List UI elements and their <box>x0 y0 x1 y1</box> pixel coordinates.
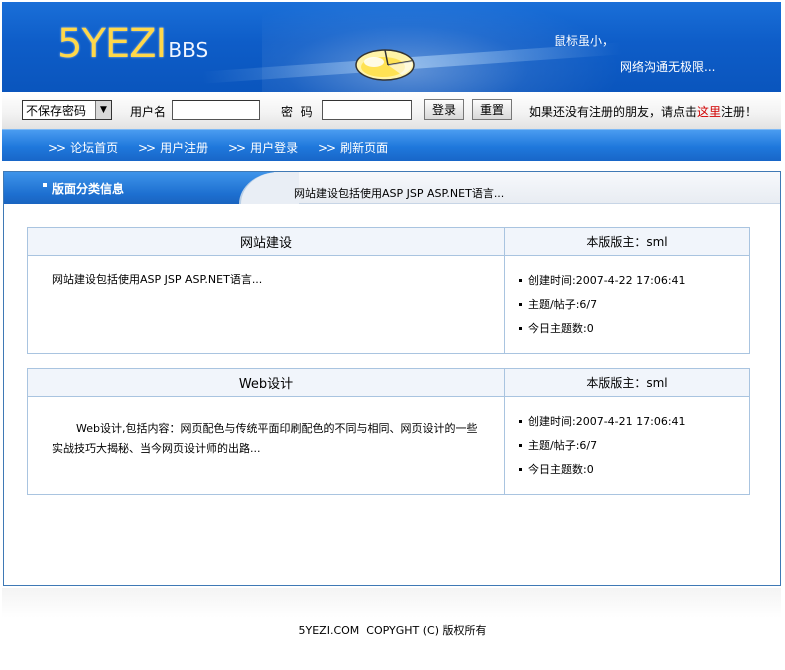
nav-refresh-page[interactable]: >> 刷新页面 <box>318 139 388 156</box>
username-label: 用户名 <box>130 105 167 119</box>
nav-user-login[interactable]: >> 用户登录 <box>228 139 298 156</box>
logo-main-text: 5YEZI <box>57 21 167 67</box>
double-chevron-right-icon: >> <box>138 141 156 155</box>
bullet-icon <box>519 467 522 471</box>
section-title-text: 版面分类信息 <box>52 182 125 196</box>
site-header: 5YEZI BBS 鼠标虽小， 网络沟通无极限... <box>2 2 781 92</box>
slogan-line-1: 鼠标虽小， <box>554 34 615 48</box>
board-created-row: 创建时间:2007-4-21 17:06:41 <box>519 409 749 433</box>
computer-mouse-icon <box>355 49 415 81</box>
board-header: Web设计 本版版主：sml <box>28 369 749 397</box>
board-moderator: 本版版主：sml <box>586 235 668 249</box>
board-header: 网站建设 本版版主：sml <box>28 228 749 256</box>
login-button[interactable]: 登录 <box>424 99 464 120</box>
section-title: 版面分类信息 <box>42 180 124 197</box>
board-topics-posts: 主题/帖子:6/7 <box>528 298 598 311</box>
username-input[interactable] <box>172 100 260 120</box>
cookie-save-select[interactable]: 不保存密码 ▼ <box>22 100 112 120</box>
nav-label: 用户登录 <box>250 141 299 155</box>
board-topics-posts: 主题/帖子:6/7 <box>528 439 598 452</box>
login-bar: 不保存密码 ▼ 用户名 密 码 登录 重置 如果还没有注册的朋友，请点击这里注册… <box>2 92 781 129</box>
copyright-text: 5YEZI.COM COPYGHT (C) 版权所有 <box>298 624 487 637</box>
bullet-icon <box>519 326 522 330</box>
board-created-row: 创建时间:2007-4-22 17:06:41 <box>519 268 749 292</box>
footer-band <box>2 588 781 618</box>
register-hint-text: 如果还没有注册的朋友，请点击 <box>529 105 698 119</box>
board-topics-row: 主题/帖子:6/7 <box>519 433 749 457</box>
site-logo[interactable]: 5YEZI BBS <box>57 14 208 64</box>
board-name[interactable]: Web设计 <box>28 369 505 396</box>
register-hint: 如果还没有注册的朋友，请点击这里注册！ <box>529 103 757 120</box>
double-chevron-right-icon: >> <box>318 141 336 155</box>
board-stats: 创建时间:2007-4-22 17:06:41 主题/帖子:6/7 今日主题数:… <box>505 256 749 353</box>
board-today-topics: 今日主题数:0 <box>528 322 594 335</box>
board-card: 网站建设 本版版主：sml 网站建设包括使用ASP JSP ASP.NET语言.… <box>27 227 750 354</box>
section-header: 版面分类信息 网站建设包括使用ASP JSP ASP.NET语言... <box>4 172 780 204</box>
double-chevron-right-icon: >> <box>228 141 246 155</box>
slogan-line-2: 网络沟通无极限... <box>620 60 716 74</box>
board-moderator: 本版版主：sml <box>586 376 668 390</box>
reset-button[interactable]: 重置 <box>472 99 512 120</box>
nav-label: 用户注册 <box>160 141 209 155</box>
board-created: 创建时间:2007-4-22 17:06:41 <box>528 274 686 287</box>
board-topics-row: 主题/帖子:6/7 <box>519 292 749 316</box>
board-created: 创建时间:2007-4-21 17:06:41 <box>528 415 686 428</box>
double-chevron-right-icon: >> <box>48 141 66 155</box>
register-hint-suffix: 注册！ <box>721 105 758 119</box>
nav-forum-home[interactable]: >> 论坛首页 <box>48 139 118 156</box>
board-stats: 创建时间:2007-4-21 17:06:41 主题/帖子:6/7 今日主题数:… <box>505 397 749 494</box>
nav-label: 论坛首页 <box>70 141 119 155</box>
board-today-row: 今日主题数:0 <box>519 316 749 340</box>
board-description: 网站建设包括使用ASP JSP ASP.NET语言... <box>28 256 505 353</box>
section-description: 网站建设包括使用ASP JSP ASP.NET语言... <box>294 187 505 200</box>
bullet-icon <box>519 278 522 282</box>
chevron-down-icon[interactable]: ▼ <box>95 101 111 119</box>
password-label: 密 码 <box>281 105 313 119</box>
bullet-icon <box>519 302 522 306</box>
board-today-topics: 今日主题数:0 <box>528 463 594 476</box>
password-input[interactable] <box>322 100 412 120</box>
nav-user-register[interactable]: >> 用户注册 <box>138 139 208 156</box>
board-today-row: 今日主题数:0 <box>519 457 749 481</box>
bullet-icon <box>519 443 522 447</box>
nav-label: 刷新页面 <box>340 141 389 155</box>
cookie-save-value: 不保存密码 <box>26 103 87 118</box>
content-frame: 版面分类信息 网站建设包括使用ASP JSP ASP.NET语言... 网站建设… <box>3 171 781 586</box>
bullet-icon <box>519 419 522 423</box>
board-description: Web设计,包括内容：网页配色与传统平面印刷配色的不同与相同、网页设计的一些实战… <box>28 397 505 494</box>
logo-sub-text: BBS <box>168 38 209 62</box>
board-card: Web设计 本版版主：sml Web设计,包括内容：网页配色与传统平面印刷配色的… <box>27 368 750 495</box>
board-body: 网站建设包括使用ASP JSP ASP.NET语言... 创建时间:2007-4… <box>28 256 749 353</box>
main-nav: >> 论坛首页 >> 用户注册 >> 用户登录 >> 刷新页面 <box>2 129 781 161</box>
register-link[interactable]: 这里 <box>697 105 721 119</box>
board-body: Web设计,包括内容：网页配色与传统平面印刷配色的不同与相同、网页设计的一些实战… <box>28 397 749 494</box>
board-name[interactable]: 网站建设 <box>28 228 505 255</box>
